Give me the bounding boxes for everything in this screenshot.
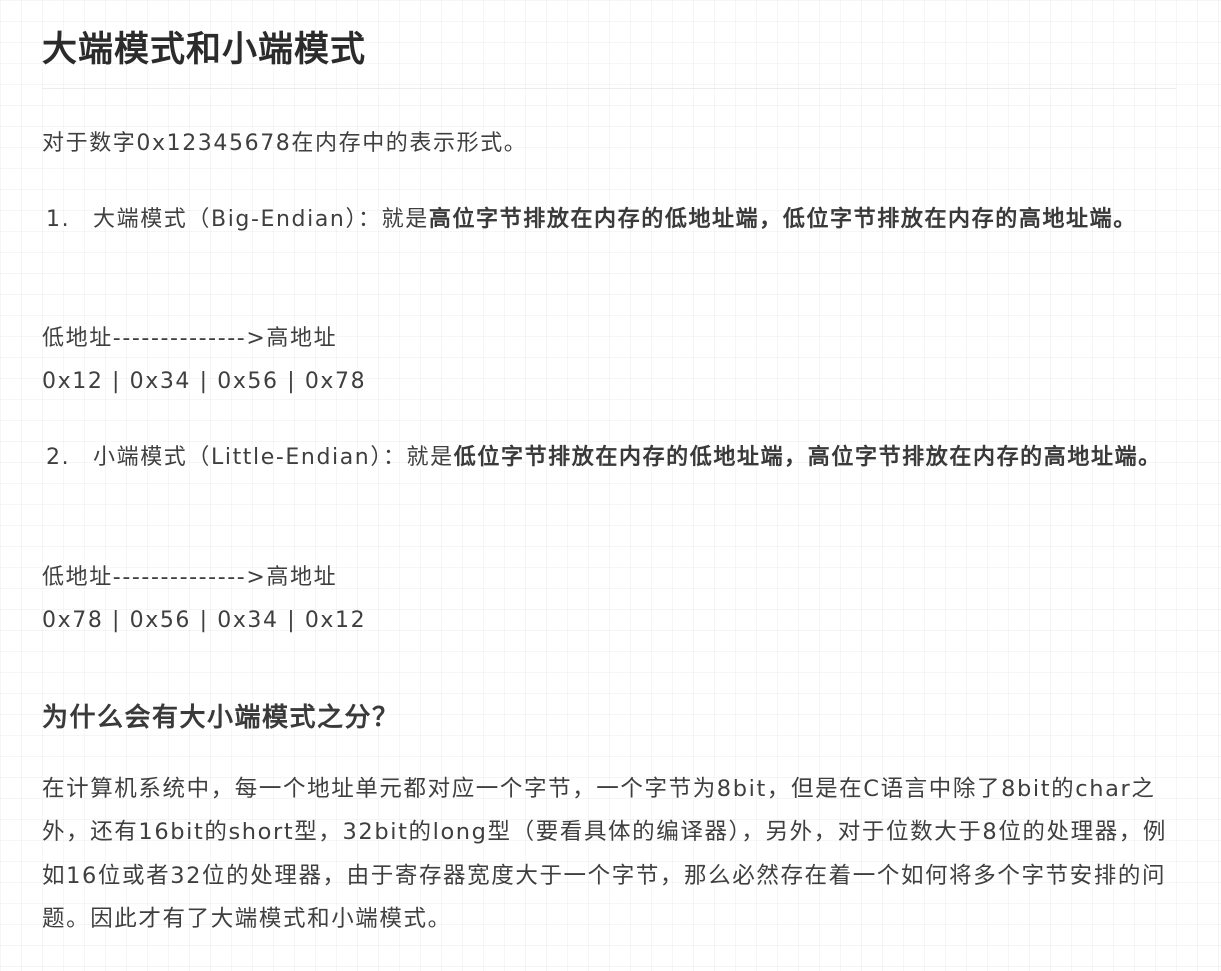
list-item-definition: 高位字节排放在内存的低地址端，低位字节排放在内存的高地址端。 — [428, 207, 1137, 232]
page-title: 大端模式和小端模式 — [42, 30, 367, 70]
list-item-body: 大端模式（Big-Endian）：就是高位字节排放在内存的低地址端，低位字节排放… — [93, 198, 1176, 242]
list-item-lead: 大端模式（Big-Endian）：就是 — [93, 207, 429, 232]
byte-layout-row: 0x12 | 0x34 | 0x56 | 0x78 — [42, 369, 367, 394]
section-heading: 为什么会有大小端模式之分？ — [42, 703, 400, 733]
list-item-little-endian: 2. 小端模式（Little-Endian）：就是低位字节排放在内存的低地址端，… — [42, 436, 1176, 480]
list-item-definition: 低位字节排放在内存的低地址端，高位字节排放在内存的高地址端。 — [453, 445, 1162, 470]
address-direction-label: 低地址-------------->高地址 — [42, 565, 338, 590]
list-item-lead: 小端模式（Little-Endian）：就是 — [93, 445, 454, 470]
list-item-body: 小端模式（Little-Endian）：就是低位字节排放在内存的低地址端，高位字… — [93, 436, 1176, 480]
list-number: 1. — [46, 207, 71, 232]
byte-layout-row: 0x78 | 0x56 | 0x34 | 0x12 — [42, 608, 367, 633]
list-item-big-endian: 1. 大端模式（Big-Endian）：就是高位字节排放在内存的低地址端，低位字… — [42, 198, 1176, 242]
section-paragraph: 在计算机系统中，每一个地址单元都对应一个字节，一个字节为8bit，但是在C语言中… — [42, 776, 1168, 932]
intro-text: 对于数字0x12345678在内存中的表示形式。 — [42, 131, 528, 156]
title-divider — [42, 88, 1176, 89]
list-number: 2. — [46, 445, 71, 470]
address-direction-label: 低地址-------------->高地址 — [42, 326, 338, 351]
